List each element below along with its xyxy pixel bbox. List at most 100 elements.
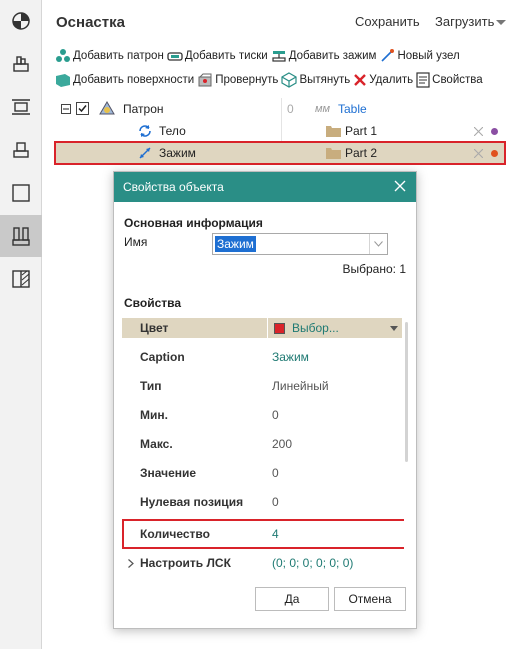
color-dot[interactable] bbox=[491, 150, 498, 157]
cancel-button[interactable]: Отмена bbox=[334, 587, 406, 611]
surface-icon bbox=[56, 74, 70, 87]
ok-button[interactable]: Да bbox=[255, 587, 329, 611]
tree-label: Зажим bbox=[159, 146, 196, 160]
left-toolbar bbox=[0, 0, 42, 649]
vise-icon bbox=[167, 52, 183, 61]
selected-count: Выбрано: 1 bbox=[342, 262, 407, 276]
name-dropdown[interactable] bbox=[369, 234, 387, 254]
color-dot[interactable] bbox=[491, 128, 498, 135]
chuck-icon bbox=[56, 49, 70, 62]
collapse-icon[interactable] bbox=[61, 104, 71, 114]
clear-icon[interactable] bbox=[474, 149, 483, 158]
align-button[interactable] bbox=[0, 86, 42, 128]
folder-icon bbox=[326, 148, 341, 159]
main-info-heading: Основная информация bbox=[124, 216, 263, 230]
view-button[interactable] bbox=[0, 0, 42, 42]
name-label: Имя bbox=[124, 235, 148, 249]
color-value[interactable]: Выбор... bbox=[292, 321, 339, 335]
tree-row-body[interactable]: Тело Part 1 bbox=[55, 120, 505, 142]
color-row[interactable]: Цвет Выбор... bbox=[122, 318, 402, 338]
header: Оснастка Сохранить Загрузить bbox=[43, 0, 520, 42]
name-field[interactable]: Зажим bbox=[212, 233, 388, 255]
tree-label: Патрон bbox=[123, 102, 164, 116]
tree-label: Тело bbox=[159, 124, 186, 138]
view-icon bbox=[12, 12, 30, 30]
color-dropdown-arrow[interactable] bbox=[390, 326, 398, 331]
prop-value[interactable]: Линейный bbox=[272, 379, 329, 393]
add-clamp-button[interactable]: Добавить зажим bbox=[271, 48, 377, 64]
align-icon bbox=[12, 99, 30, 115]
color-swatch bbox=[274, 323, 285, 334]
stamp-button[interactable] bbox=[0, 129, 42, 171]
new-node-label: Новый узел bbox=[397, 50, 460, 62]
add-chuck-label: Добавить патрон bbox=[73, 50, 164, 62]
prop-value[interactable]: 0 bbox=[272, 495, 279, 509]
object-properties-dialog: Свойства объекта Основная информация Имя… bbox=[113, 171, 417, 629]
add-surfaces-button[interactable]: Добавить поверхности bbox=[55, 72, 194, 88]
prop-name: Мин. bbox=[140, 408, 168, 422]
prop-value[interactable]: 0 bbox=[272, 466, 279, 480]
property-row-value[interactable]: Значение 0 bbox=[122, 463, 402, 483]
chuck-node-icon bbox=[99, 101, 115, 115]
add-chuck-button[interactable]: Добавить патрон bbox=[55, 48, 164, 64]
dialog-title: Свойства объекта bbox=[123, 180, 224, 194]
tree-extra: Table bbox=[338, 102, 367, 116]
new-node-button[interactable]: Новый узел bbox=[379, 48, 460, 64]
close-icon[interactable] bbox=[394, 180, 406, 192]
chevron-down-icon bbox=[496, 20, 507, 26]
tree-unit: мм bbox=[315, 103, 331, 115]
prop-value[interactable]: 4 bbox=[272, 527, 279, 541]
action-row-2: Добавить поверхности Провернуть Вытянуть… bbox=[55, 70, 486, 90]
delete-icon bbox=[354, 74, 367, 86]
fixture-icon bbox=[12, 227, 30, 246]
delete-label: Удалить bbox=[369, 74, 414, 86]
rotate-icon bbox=[198, 73, 212, 87]
property-row-type[interactable]: Тип Линейный bbox=[122, 376, 402, 396]
tree-row-clamp[interactable]: Зажим Part 2 bbox=[54, 141, 506, 165]
add-clamp-label: Добавить зажим bbox=[288, 50, 377, 62]
properties-label: Свойства bbox=[432, 74, 483, 86]
property-row-count[interactable]: Количество 4 bbox=[122, 519, 404, 549]
property-grid: Цвет Выбор... Caption Зажим Тип Линейный… bbox=[122, 318, 404, 578]
tree-part: Part 1 bbox=[345, 124, 378, 138]
prop-value[interactable]: 200 bbox=[272, 437, 292, 451]
prop-value[interactable]: 0 bbox=[272, 408, 279, 422]
clear-icon[interactable] bbox=[474, 127, 483, 136]
linear-axis-icon bbox=[139, 147, 151, 159]
property-row-caption[interactable]: Caption Зажим bbox=[122, 347, 402, 367]
prop-value[interactable]: (0; 0; 0; 0; 0; 0) bbox=[272, 556, 353, 570]
checkbox-checked-icon[interactable] bbox=[76, 102, 89, 115]
prop-name: Макс. bbox=[140, 437, 173, 451]
load-button[interactable]: Загрузить bbox=[435, 14, 507, 29]
prop-name: Значение bbox=[140, 466, 197, 480]
extrude-button[interactable]: Вытянуть bbox=[281, 72, 350, 88]
tree-value: 0 bbox=[287, 102, 294, 116]
rotate-button[interactable]: Провернуть bbox=[197, 72, 278, 88]
property-row-zero-position[interactable]: Нулевая позиция 0 bbox=[122, 492, 402, 512]
extrude-label: Вытянуть bbox=[299, 74, 351, 86]
chevron-right-icon[interactable] bbox=[128, 559, 134, 568]
add-surfaces-label: Добавить поверхности bbox=[73, 74, 195, 86]
section-button[interactable] bbox=[0, 258, 42, 300]
folder-icon bbox=[326, 126, 341, 137]
delete-button[interactable]: Удалить bbox=[353, 73, 413, 87]
prop-name: Тип bbox=[140, 379, 162, 393]
clamp-icon bbox=[272, 51, 286, 62]
load-label: Загрузить bbox=[435, 14, 495, 29]
property-grid-scrollbar[interactable] bbox=[405, 322, 408, 462]
name-value: Зажим bbox=[215, 236, 256, 252]
add-vise-button[interactable]: Добавить тиски bbox=[167, 48, 268, 64]
property-row-min[interactable]: Мин. 0 bbox=[122, 405, 402, 425]
dialog-titlebar: Свойства объекта bbox=[114, 172, 416, 202]
property-row-lcs[interactable]: Настроить ЛСК (0; 0; 0; 0; 0; 0) bbox=[122, 553, 402, 573]
property-row-max[interactable]: Макс. 200 bbox=[122, 434, 402, 454]
tree-row-chuck[interactable]: Патрон 0 мм Table bbox=[55, 98, 505, 120]
color-label: Цвет bbox=[140, 321, 169, 335]
properties-button[interactable]: Свойства bbox=[416, 72, 483, 88]
save-button[interactable]: Сохранить bbox=[355, 14, 420, 29]
assembly-button[interactable] bbox=[0, 43, 42, 85]
node-icon bbox=[381, 49, 395, 62]
frame-button[interactable] bbox=[0, 172, 42, 214]
prop-value[interactable]: Зажим bbox=[272, 350, 309, 364]
fixture-button[interactable] bbox=[0, 215, 42, 257]
